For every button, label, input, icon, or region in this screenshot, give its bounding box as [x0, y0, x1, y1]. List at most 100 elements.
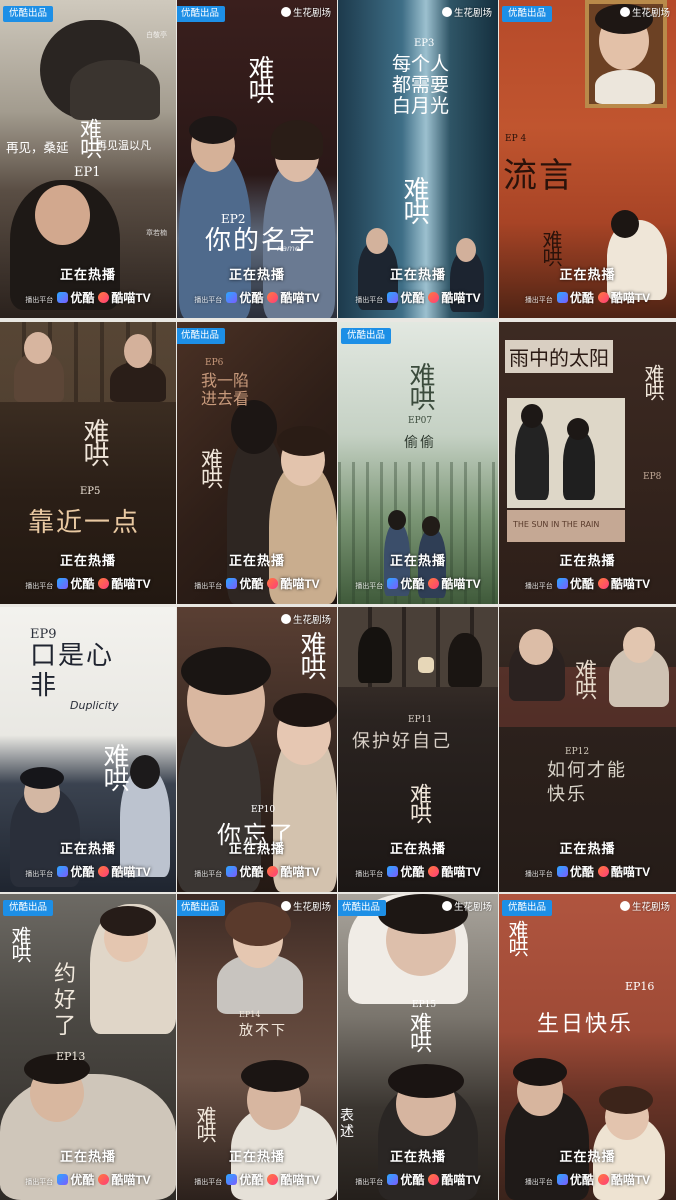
episode-number: EP3 [414, 38, 435, 49]
poster-ep11[interactable]: EP11 保护好自己 难哄 正在热播 播出平台 优酷 酷喵TV [338, 607, 498, 892]
now-airing-label: 正在热播 [389, 553, 446, 568]
show-logo: 难哄 [197, 448, 222, 486]
studio-logo-icon [619, 901, 630, 911]
kumiao-icon [267, 866, 279, 877]
kumiao-icon [267, 1174, 279, 1185]
youku-icon [57, 1174, 69, 1185]
poster-ep1[interactable]: 优酷出品 再见，桑延 再见温以凡 难哄 EP1 白敬亭 章若楠 正在热播 播出平… [0, 0, 176, 318]
kumiao-icon [98, 578, 110, 589]
poster-ep8[interactable]: 雨中的太阳 难哄 EP8 THE SUN IN THE RAIN 正在热播 播出… [499, 322, 676, 604]
youku-badge: 优酷出品 [177, 328, 226, 344]
studio-logo-icon [441, 7, 452, 17]
now-airing-label: 正在热播 [389, 267, 446, 282]
poster-ep6[interactable]: 优酷出品 EP6 我一陷进去看 难哄 正在热播 播出平台 优酷 酷喵TV [177, 322, 337, 604]
now-airing-label: 正在热播 [389, 1149, 446, 1164]
poster-ep15[interactable]: 优酷出品 生花剧场 EP15 难哄 表述 正在热播 播出平台 优酷 酷喵TV [338, 894, 498, 1200]
studio-logo-icon [619, 7, 630, 17]
poster-ep3[interactable]: 生花剧场 EP3 每个人都需要白月光 难哄 正在热播 播出平台 优酷 酷喵TV [338, 0, 498, 318]
episode-number: EP15 [412, 1000, 437, 1010]
episode-title: 表述 [340, 1108, 356, 1140]
poster-ep9[interactable]: EP9 口是心非 Duplicity 难哄 正在热播 播出平台 优酷 酷喵TV [0, 607, 176, 892]
poster-ep4[interactable]: 优酷出品 生花剧场 EP 4 流言 难哄 正在热播 播出平台 优酷 酷喵TV [499, 0, 676, 318]
episode-title: 约好了 [54, 962, 79, 1039]
airing-caption: 正在热播 播出平台 优酷 酷喵TV [499, 550, 676, 598]
episode-title: 口是心非 [30, 641, 115, 701]
poster-ep10[interactable]: 生花剧场 难哄 EP10 你忘了 正在热播 播出平台 优酷 酷喵TV [177, 607, 337, 892]
now-airing-label: 正在热播 [228, 553, 285, 568]
episode-number: EP9 [30, 627, 57, 642]
youku-badge: 优酷出品 [3, 6, 54, 22]
show-logo: 难哄 [244, 55, 274, 101]
studio-logo-icon [441, 901, 452, 911]
youku-badge: 优酷出品 [341, 328, 392, 344]
episode-title: 你的名字 [205, 226, 318, 256]
episode-number: EP6 [205, 358, 224, 368]
platform-row: 播出平台 优酷 酷喵TV [355, 577, 481, 591]
platform-row: 播出平台 优酷 酷喵TV [194, 865, 320, 879]
poster-ep7[interactable]: 优酷出品 难哄 EP07 偷偷 正在热播 播出平台 优酷 酷喵TV [338, 322, 498, 604]
airing-caption: 正在热播 播出平台 优酷 酷喵TV [177, 550, 337, 598]
airing-caption: 正在热播 播出平台 优酷 酷喵TV [177, 838, 337, 886]
now-airing-label: 正在热播 [59, 841, 116, 856]
episode-number: EP 4 [505, 134, 527, 144]
now-airing-label: 正在热播 [559, 553, 616, 568]
platform-row: 播出平台 优酷 酷喵TV [25, 865, 151, 879]
studio-logo-icon [280, 614, 291, 624]
youku-badge: 优酷出品 [502, 900, 553, 916]
poster-quote-left: 再见，桑延 [6, 140, 69, 155]
episode-title: 我一陷进去看 [201, 371, 250, 408]
kumiao-icon [428, 1174, 440, 1185]
episode-subtitle-en: THE SUN IN THE RAIN [513, 520, 600, 529]
youku-icon [387, 1174, 399, 1185]
youku-icon [226, 578, 238, 589]
platform-row: 播出平台 优酷 酷喵TV [25, 577, 151, 591]
studio-badge: 生花剧场 [441, 6, 492, 22]
show-logo: 难哄 [539, 230, 563, 264]
kumiao-icon [98, 1174, 110, 1185]
episode-number: EP1 [74, 165, 101, 180]
youku-icon [387, 866, 399, 877]
youku-icon [556, 1174, 568, 1185]
airing-caption: 正在热播 播出平台 优酷 酷喵TV [499, 1146, 676, 1194]
platform-row: 播出平台 优酷 酷喵TV [524, 577, 651, 591]
episode-title: 流言 [503, 156, 575, 196]
platform-row: 播出平台 优酷 酷喵TV [194, 1173, 320, 1187]
episode-title: 如何才能快乐 [547, 760, 627, 805]
studio-logo-icon [280, 7, 291, 17]
poster-ep14[interactable]: 优酷出品 生花剧场 EP14 放不下 难哄 正在热播 播出平台 优酷 酷喵TV [177, 894, 337, 1200]
studio-badge: 生花剧场 [619, 900, 670, 916]
show-logo: 难哄 [571, 659, 596, 697]
platform-row: 播出平台 优酷 酷喵TV [25, 291, 151, 305]
platform-row: 播出平台 优酷 酷喵TV [194, 577, 320, 591]
youku-badge: 优酷出品 [338, 900, 387, 916]
youku-icon [556, 578, 568, 589]
poster-quote-right: 再见温以凡 [96, 139, 151, 152]
now-airing-label: 正在热播 [59, 1149, 116, 1164]
airing-caption: 正在热播 播出平台 优酷 酷喵TV [499, 264, 676, 312]
episode-title: 靠近一点 [28, 508, 141, 538]
platform-row: 播出平台 优酷 酷喵TV [355, 291, 481, 305]
kumiao-icon [597, 578, 609, 589]
episode-number: EP11 [408, 715, 433, 725]
episode-title: 保护好自己 [352, 731, 452, 752]
poster-ep12[interactable]: 难哄 EP12 如何才能快乐 正在热播 播出平台 优酷 酷喵TV [499, 607, 676, 892]
now-airing-label: 正在热播 [59, 267, 116, 282]
studio-badge: 生花剧场 [280, 900, 331, 916]
now-airing-label: 正在热播 [228, 1149, 285, 1164]
episode-subtitle-en: Duplicity [70, 699, 119, 712]
airing-caption: 正在热播 播出平台 优酷 酷喵TV [0, 1146, 176, 1194]
platform-row: 播出平台 优酷 酷喵TV [355, 865, 481, 879]
youku-icon [226, 1174, 238, 1185]
youku-badge: 优酷出品 [177, 6, 226, 22]
poster-ep2[interactable]: 生花剧场 优酷出品 难哄 EP2 你的名字 name 正在热播 播出平台 优酷 酷喵… [177, 0, 337, 318]
poster-ep16[interactable]: 优酷出品 生花剧场 难哄 EP16 生日快乐 正在热播 播出平台 优酷 酷喵TV [499, 894, 676, 1200]
airing-caption: 正在热播 播出平台 优酷 酷喵TV [338, 264, 498, 312]
airing-caption: 正在热播 播出平台 优酷 酷喵TV [338, 838, 498, 886]
now-airing-label: 正在热播 [59, 553, 116, 568]
poster-ep13[interactable]: 优酷出品 难哄 约好了 EP13 正在热播 播出平台 优酷 酷喵TV [0, 894, 176, 1200]
youku-icon [57, 578, 69, 589]
kumiao-icon [428, 578, 440, 589]
poster-ep5[interactable]: 难哄 EP5 靠近一点 正在热播 播出平台 优酷 酷喵TV [0, 322, 176, 604]
show-logo: 难哄 [79, 418, 109, 464]
youku-icon [226, 866, 238, 877]
